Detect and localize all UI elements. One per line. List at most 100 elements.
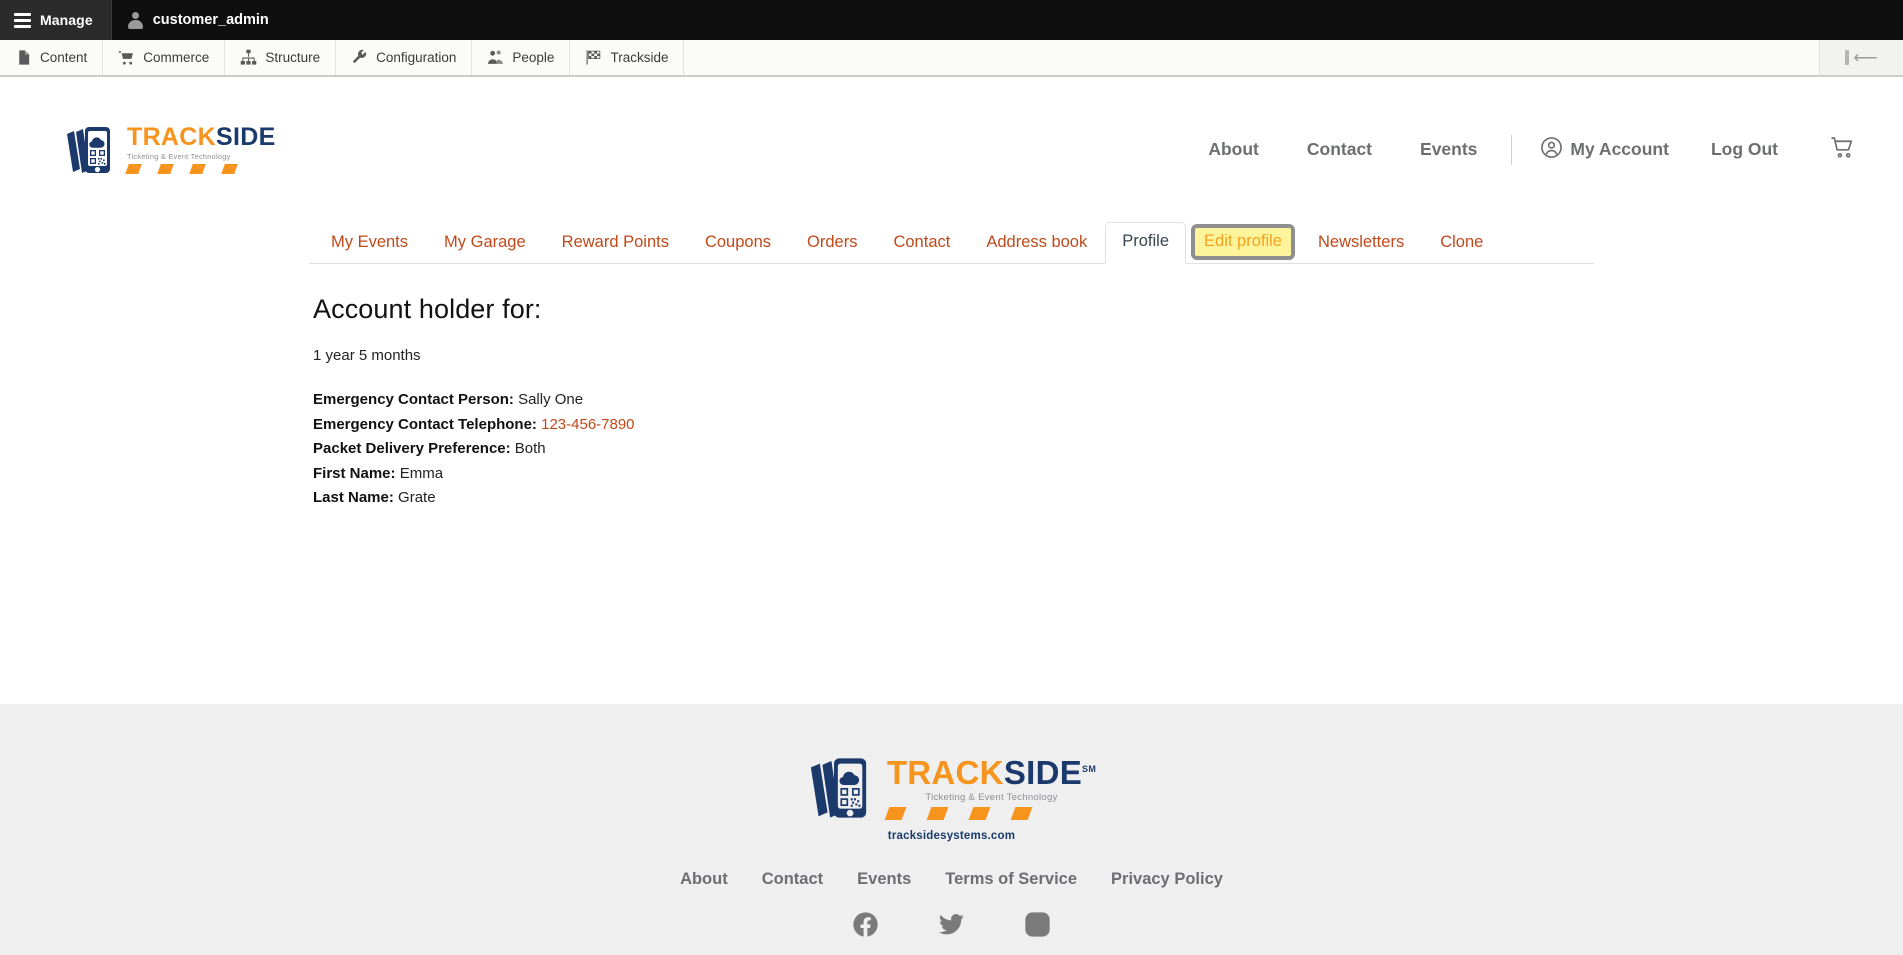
tab-coupons[interactable]: Coupons <box>687 233 789 264</box>
header-link-events[interactable]: Events <box>1396 139 1501 160</box>
tab-profile[interactable]: Profile <box>1105 222 1187 264</box>
field-value: Sally One <box>518 391 584 408</box>
header-navigation: About Contact Events My Account Log Out <box>1184 134 1855 165</box>
profile-details: Account holder for: 1 year 5 months Emer… <box>309 264 1594 511</box>
admin-menu-item-people[interactable]: People <box>472 40 571 75</box>
main-content: My Events My Garage Reward Points Coupon… <box>0 222 1903 704</box>
header-link-contact[interactable]: Contact <box>1283 139 1396 160</box>
footer-link-about[interactable]: About <box>663 870 745 889</box>
document-icon <box>15 49 32 66</box>
logo-title: TRACKSIDE <box>127 122 276 151</box>
field-label: First Name: <box>313 464 396 482</box>
header-divider <box>1511 134 1513 165</box>
field-value: Grate <box>398 489 436 506</box>
collapse-bar-icon <box>1845 50 1850 65</box>
tab-reward-points[interactable]: Reward Points <box>544 233 687 264</box>
toolbar-collapse-button[interactable]: ⟵ <box>1820 40 1903 75</box>
footer-logo-side: SIDE <box>1003 753 1083 791</box>
field-label: Last Name: <box>313 489 394 506</box>
footer-link-terms-of-service[interactable]: Terms of Service <box>928 870 1094 889</box>
admin-username: customer_admin <box>152 12 269 28</box>
profile-tab-bar: My Events My Garage Reward Points Coupon… <box>309 222 1594 264</box>
trackside-logo-wordmark: TRACKSIDE Ticketing & Event Technology <box>125 122 276 175</box>
admin-menu-label: Content <box>40 50 88 65</box>
footer-link-contact[interactable]: Contact <box>745 870 840 889</box>
admin-menu-item-trackside[interactable]: Trackside <box>570 40 685 75</box>
admin-toolbar: Manage customer_admin <box>0 0 1903 40</box>
profile-field-row: Packet Delivery Preference: Both <box>313 437 1594 462</box>
footer-link-privacy-policy[interactable]: Privacy Policy <box>1094 870 1240 889</box>
admin-manage-button[interactable]: Manage <box>0 0 111 40</box>
profile-field-row: First Name: Emma <box>313 462 1594 487</box>
admin-user-account[interactable]: customer_admin <box>110 0 285 40</box>
field-label: Emergency Contact Telephone: <box>313 415 537 433</box>
admin-menu-item-content[interactable]: Content <box>0 40 104 75</box>
header-cart-button[interactable] <box>1802 135 1855 165</box>
field-value: Emma <box>399 464 444 482</box>
tab-newsletters[interactable]: Newsletters <box>1300 233 1422 264</box>
people-icon <box>487 49 504 66</box>
admin-menu-item-commerce[interactable]: Commerce <box>103 40 226 75</box>
admin-menu-label: People <box>512 50 555 65</box>
footer-logo-mark <box>807 752 879 824</box>
logo-tagline: Ticketing & Event Technology <box>127 151 231 161</box>
twitter-icon[interactable] <box>938 911 965 938</box>
instagram-icon[interactable] <box>1024 911 1051 938</box>
footer-logo-tagline: Ticketing & Event Technology <box>925 791 1058 803</box>
field-value-telephone-link[interactable]: 123-456-7890 <box>541 416 634 433</box>
person-icon <box>128 11 144 29</box>
logo-title-side: SIDE <box>216 122 276 151</box>
admin-menu-label: Configuration <box>376 50 457 65</box>
footer-logo-trademark: SM <box>1082 763 1097 774</box>
field-label: Emergency Contact Person: <box>313 391 514 408</box>
tab-my-garage[interactable]: My Garage <box>426 233 544 264</box>
site-header: TRACKSIDE Ticketing & Event Technology A… <box>0 77 1903 222</box>
footer-trackside-logo: TRACKSIDESM Ticketing & Event Technology… <box>807 752 1096 842</box>
site-logo-link[interactable]: TRACKSIDE Ticketing & Event Technology <box>64 122 276 178</box>
facebook-icon[interactable] <box>852 911 879 938</box>
tab-clone[interactable]: Clone <box>1422 233 1501 264</box>
site-footer: TRACKSIDESM Ticketing & Event Technology… <box>0 704 1903 955</box>
footer-link-events[interactable]: Events <box>840 870 928 889</box>
admin-menu-label: Trackside <box>610 50 669 65</box>
tab-address-book[interactable]: Address book <box>968 233 1105 264</box>
footer-navigation: About Contact Events Terms of Service Pr… <box>0 870 1903 889</box>
wrench-icon <box>351 49 368 66</box>
tab-contact[interactable]: Contact <box>875 233 968 264</box>
shopping-cart-icon <box>118 49 135 66</box>
tab-orders[interactable]: Orders <box>789 233 875 264</box>
checkered-flag-icon <box>585 49 602 66</box>
footer-logo-track: TRACK <box>886 753 1004 791</box>
profile-field-row: Last Name: Grate <box>313 486 1594 511</box>
admin-menu-label: Structure <box>265 50 321 65</box>
profile-field-list: Emergency Contact Person: Sally One Emer… <box>313 388 1594 511</box>
footer-logo-title: TRACKSIDESM <box>887 756 1096 789</box>
admin-menu-spacer <box>684 40 1820 75</box>
admin-manage-label: Manage <box>40 12 93 28</box>
admin-menu-label: Commerce <box>143 50 210 65</box>
footer-logo-domain: tracksidesystems.com <box>887 830 1016 842</box>
field-label: Packet Delivery Preference: <box>313 440 511 457</box>
sitemap-icon <box>240 49 257 66</box>
header-link-about[interactable]: About <box>1184 139 1283 160</box>
shopping-cart-icon <box>1830 135 1855 165</box>
footer-logo-checker-stripe <box>884 807 1096 821</box>
user-circle-icon <box>1540 136 1563 164</box>
trackside-logo: TRACKSIDE Ticketing & Event Technology <box>64 122 276 178</box>
page-title: Account holder for: <box>313 294 542 324</box>
header-my-account-link[interactable]: My Account <box>1522 136 1687 164</box>
admin-menu-bar: Content Commerce Structure Configuration… <box>0 40 1903 77</box>
profile-field-row: Emergency Contact Person: Sally One <box>313 388 1594 413</box>
tab-edit-profile[interactable]: Edit profile <box>1191 224 1295 260</box>
footer-social-links <box>0 911 1903 938</box>
account-duration: 1 year 5 months <box>313 347 421 364</box>
hamburger-icon <box>14 12 31 28</box>
field-value: Both <box>514 440 546 457</box>
logo-checker-stripe <box>125 164 276 175</box>
logo-title-track: TRACK <box>127 122 216 151</box>
tab-my-events[interactable]: My Events <box>313 233 426 264</box>
header-logout-link[interactable]: Log Out <box>1687 139 1802 160</box>
trackside-logo-mark <box>64 122 120 178</box>
admin-menu-item-configuration[interactable]: Configuration <box>336 40 473 75</box>
admin-menu-item-structure[interactable]: Structure <box>225 40 337 75</box>
